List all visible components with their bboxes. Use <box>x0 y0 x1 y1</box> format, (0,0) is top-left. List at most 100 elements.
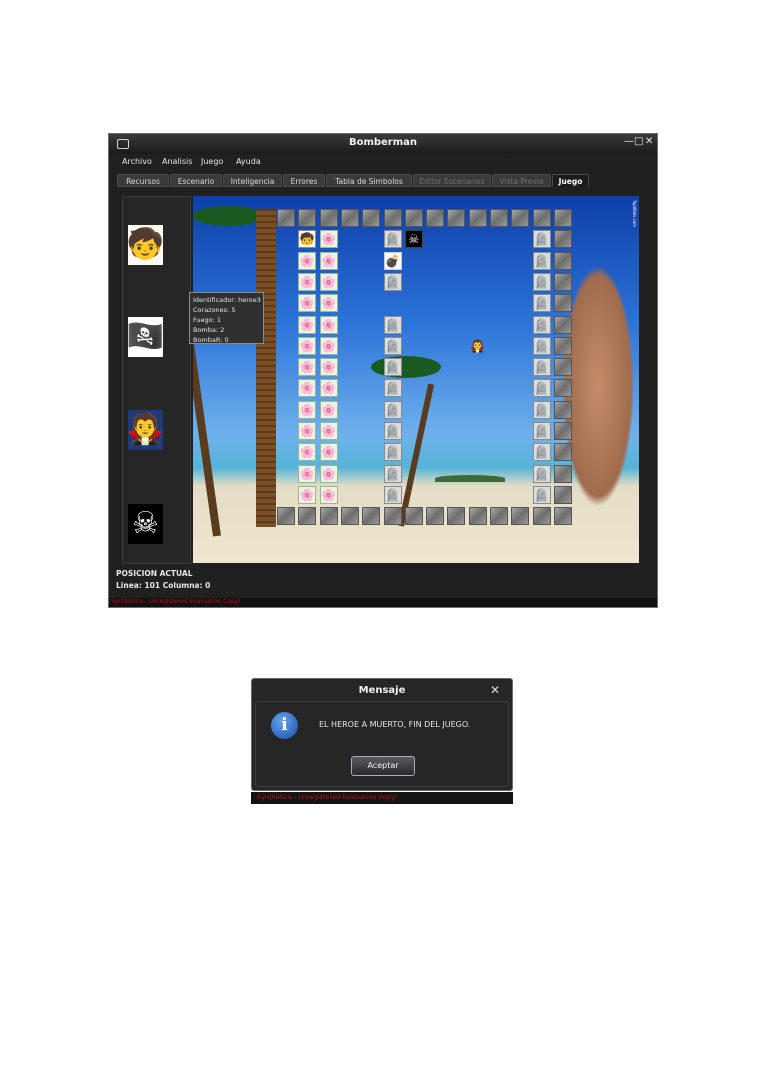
window-title: Bomberman <box>348 137 418 148</box>
status-area: POSICION ACTUAL Linea: 101 Columna: 0 <box>116 568 210 592</box>
flower-bush-icon: 🌸 <box>319 251 338 270</box>
tooltip-identificador: Identificador: heroe3 <box>193 296 261 304</box>
stone-block-icon <box>553 336 572 355</box>
menu-analisis[interactable]: Analisis <box>162 157 192 166</box>
gravestone-icon: 🪦 <box>532 422 551 440</box>
stone-block-icon <box>340 209 359 227</box>
stone-block-icon <box>404 209 423 227</box>
hero-icon: 🧒 <box>298 230 317 249</box>
gravestone-icon: 🪦 <box>383 422 402 440</box>
flower-bush-icon: 🌸 <box>298 315 317 334</box>
stone-block-icon <box>553 230 572 249</box>
tab-tabla-simbolos[interactable]: Tabla de Simbolos <box>326 174 412 187</box>
flower-bush-icon: 🌸 <box>319 379 338 398</box>
gravestone-icon: 🪦 <box>532 400 551 419</box>
stone-block-icon <box>511 507 530 526</box>
gravestone-icon: 🪦 <box>383 315 402 334</box>
flower-bush-icon: 🌸 <box>298 294 317 313</box>
tab-vista-previa[interactable]: Vista Previa <box>492 174 551 187</box>
flower-bush-icon: 🌸 <box>298 336 317 355</box>
gravestone-icon: 🪦 <box>532 464 551 483</box>
gravestone-icon: 🪦 <box>532 294 551 313</box>
info-icon: i <box>271 712 298 739</box>
character-tooltip: Identificador: heroe3 Corazones: 5 Fuego… <box>189 292 264 344</box>
flower-bush-icon: 🌸 <box>319 464 338 483</box>
tab-juego[interactable]: Juego <box>552 174 589 187</box>
hero-portrait-icon[interactable]: 🧒 <box>127 225 164 265</box>
flower-bush-icon: 🌸 <box>319 336 338 355</box>
flower-bush-icon: 🌸 <box>298 464 317 483</box>
stone-block-icon <box>447 209 466 227</box>
menu-ayuda[interactable]: Ayuda <box>236 157 261 166</box>
tooltip-corazones: Corazones: 5 <box>193 306 236 314</box>
gravestone-icon: 🪦 <box>383 230 402 249</box>
flower-bush-icon: 🌸 <box>319 272 338 291</box>
menu-juego[interactable]: Juego <box>201 157 223 166</box>
skull-crossbones-icon[interactable]: ☠ <box>128 504 163 544</box>
title-bar[interactable]: Bomberman — □ ✕ <box>109 134 657 154</box>
close-button[interactable]: ✕ <box>645 136 653 147</box>
stone-block-icon <box>298 209 317 227</box>
skull-icon: ☠ <box>404 230 423 249</box>
island <box>435 475 505 482</box>
status-heading: POSICION ACTUAL <box>116 569 193 578</box>
flower-bush-icon: 🌸 <box>298 485 317 504</box>
stone-block-icon <box>404 507 423 526</box>
flower-bush-icon: 🌸 <box>319 358 338 377</box>
game-board[interactable]: TopWalls.com 🧒 🌸 🌸 🌸 🌸 🌸 🌸 🌸 🌸 🌸 🌸 🌸 🌸 🌸 🌸 🌸 🌸 🌸 🌸 🌸 🌸 🌸 🌸 🌸 🌸 🌸 🪦… <box>193 196 639 563</box>
flower-bush-icon: 🌸 <box>319 230 338 249</box>
stone-block-icon <box>319 507 338 526</box>
flower-bush-icon: 🌸 <box>298 443 317 462</box>
accept-button[interactable]: Aceptar <box>351 756 415 776</box>
gravestone-icon: 🪦 <box>383 485 402 504</box>
tooltip-bombar: BombaR: 0 <box>193 336 229 344</box>
stone-block-icon <box>553 422 572 440</box>
wallpaper-watermark: TopWalls.com <box>632 200 637 228</box>
stone-block-icon <box>426 507 445 526</box>
tab-recursos[interactable]: Recursos <box>117 174 169 187</box>
gravestone-icon: 🪦 <box>532 315 551 334</box>
gravestone-icon: 🪦 <box>383 336 402 355</box>
stone-block-icon <box>553 272 572 291</box>
stone-block-icon <box>490 209 508 227</box>
palm-tree <box>398 383 435 527</box>
gravestone-icon: 🪦 <box>532 336 551 355</box>
pirate-portrait-icon[interactable]: 🏴‍☠️ <box>127 317 164 357</box>
gravestone-icon: 🪦 <box>532 251 551 270</box>
stone-block-icon <box>362 507 381 526</box>
maximize-button[interactable]: □ <box>634 136 643 147</box>
dialog-evaluation-strip: Synthetica - Unregistered Evaluation Cop… <box>251 792 513 804</box>
minimize-button[interactable]: — <box>624 136 634 147</box>
stone-block-icon <box>553 443 572 462</box>
stone-block-icon <box>553 209 572 227</box>
tooltip-fuego: Fuego: 1 <box>193 316 221 324</box>
palm-frond <box>193 206 263 226</box>
tab-escenario[interactable]: Escenario <box>170 174 222 187</box>
menu-archivo[interactable]: Archivo <box>122 157 152 166</box>
stone-block-icon <box>553 315 572 334</box>
flower-bush-icon: 🌸 <box>298 422 317 440</box>
flower-bush-icon: 🌸 <box>298 358 317 377</box>
flower-bush-icon: 🌸 <box>298 400 317 419</box>
vampire-icon: 🧛 <box>470 338 486 353</box>
tab-inteligencia[interactable]: Inteligencia <box>223 174 282 187</box>
stone-block-icon <box>553 507 572 526</box>
tab-errores[interactable]: Errores <box>283 174 325 187</box>
gravestone-icon: 🪦 <box>532 443 551 462</box>
tab-editor-escenarios[interactable]: Editor Escenarios <box>413 174 491 187</box>
stone-block-icon <box>468 209 487 227</box>
stone-block-icon <box>468 507 487 526</box>
dialog-close-icon[interactable]: ✕ <box>490 683 500 697</box>
stone-block-icon <box>277 507 295 526</box>
flower-bush-icon: 🌸 <box>298 251 317 270</box>
character-panel: 🧒 🏴‍☠️ 🧛 ☠ <box>122 196 191 564</box>
flower-bush-icon: 🌸 <box>319 443 338 462</box>
vampire-portrait-icon[interactable]: 🧛 <box>127 410 164 450</box>
stone-block-icon <box>490 507 508 526</box>
dialog-title: Mensaje <box>358 685 406 696</box>
stone-block-icon <box>553 400 572 419</box>
stone-block-icon <box>553 485 572 504</box>
gravestone-icon: 🪦 <box>532 485 551 504</box>
stone-block-icon <box>553 294 572 313</box>
gravestone-icon: 🪦 <box>383 358 402 377</box>
